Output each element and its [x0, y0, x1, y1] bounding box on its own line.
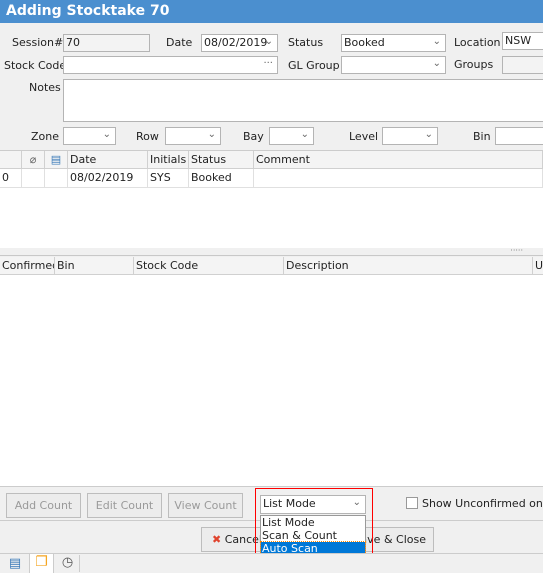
bottom-tab-bar: ▤ ❐ ◷ [0, 553, 543, 573]
history-grid: ⌀ ▤ Date Initials Status Comment 0 08/02… [0, 150, 543, 248]
chevron-down-icon: ⌄ [102, 129, 111, 140]
bin-label: Bin [473, 130, 491, 143]
gl-group-label: GL Group [288, 59, 340, 72]
status-select[interactable]: Booked ⌄ [341, 34, 446, 52]
date-value: 08/02/2019 [204, 36, 268, 49]
show-unconfirmed-checkbox[interactable] [406, 497, 418, 509]
zone-label: Zone [31, 130, 60, 143]
session-label: Session# [12, 36, 64, 49]
note-icon: ▤ [45, 151, 68, 168]
row-label: Row [136, 130, 159, 143]
groups-label: Groups [454, 58, 494, 71]
history-tab-icon[interactable]: ◷ [56, 555, 80, 572]
date-picker[interactable]: 08/02/2019 ⌄ [201, 34, 278, 52]
items-grid-header: Confirmed Bin Stock Code Description U [0, 257, 543, 275]
column-u[interactable]: U [533, 257, 543, 274]
notes-label: Notes [29, 81, 61, 94]
window-title: Adding Stocktake 70 [0, 0, 543, 23]
date-label: Date [166, 36, 193, 49]
ellipsis-icon[interactable]: ··· [263, 58, 273, 69]
paperclip-icon: ⌀ [22, 151, 45, 168]
column-comment[interactable]: Comment [254, 151, 543, 168]
notes-textarea[interactable] [63, 79, 543, 122]
documents-tab-icon[interactable]: ❐ [29, 554, 54, 573]
bay-select[interactable]: ⌄ [269, 127, 314, 145]
bay-label: Bay [243, 130, 264, 143]
edit-count-button[interactable]: Edit Count [87, 493, 162, 518]
status-value: Booked [344, 36, 385, 49]
stock-code-label: Stock Code [4, 59, 67, 72]
gl-group-select[interactable]: ⌄ [341, 56, 446, 74]
chevron-down-icon: ⌄ [424, 129, 433, 140]
level-label: Level [349, 130, 379, 143]
level-select[interactable]: ⌄ [382, 127, 438, 145]
splitter-handle[interactable]: ····· [0, 247, 543, 256]
session-field: 70 [63, 34, 150, 52]
column-confirmed[interactable]: Confirmed [0, 257, 55, 274]
location-label: Location [454, 36, 501, 49]
column-date[interactable]: Date [68, 151, 148, 168]
view-count-button[interactable]: View Count [168, 493, 243, 518]
chevron-down-icon: ⌄ [432, 58, 441, 69]
row-select[interactable]: ⌄ [165, 127, 221, 145]
column-bin[interactable]: Bin [55, 257, 134, 274]
cancel-icon: ✖ [212, 533, 222, 546]
show-unconfirmed-label: Show Unconfirmed only [422, 497, 543, 510]
bin-field[interactable] [495, 127, 543, 145]
groups-field[interactable] [502, 56, 543, 74]
chevron-down-icon: ⌄ [432, 36, 441, 47]
column-stock-code[interactable]: Stock Code [134, 257, 284, 274]
add-count-button[interactable]: Add Count [6, 493, 81, 518]
chevron-down-icon: ⌄ [207, 129, 216, 140]
location-field[interactable]: NSW [502, 32, 543, 50]
column-description[interactable]: Description [284, 257, 533, 274]
history-grid-header: ⌀ ▤ Date Initials Status Comment [0, 151, 543, 169]
column-status[interactable]: Status [189, 151, 254, 168]
table-row[interactable]: 0 08/02/2019 SYS Booked [0, 169, 543, 188]
status-label: Status [288, 36, 324, 49]
stock-code-field[interactable]: ··· [63, 56, 278, 74]
column-initials[interactable]: Initials [148, 151, 189, 168]
zone-select[interactable]: ⌄ [63, 127, 116, 145]
chevron-down-icon: ⌄ [300, 129, 309, 140]
items-grid: Confirmed Bin Stock Code Description U [0, 257, 543, 487]
chevron-down-icon[interactable]: ⌄ [265, 36, 273, 47]
details-tab-icon[interactable]: ▤ [3, 556, 27, 573]
